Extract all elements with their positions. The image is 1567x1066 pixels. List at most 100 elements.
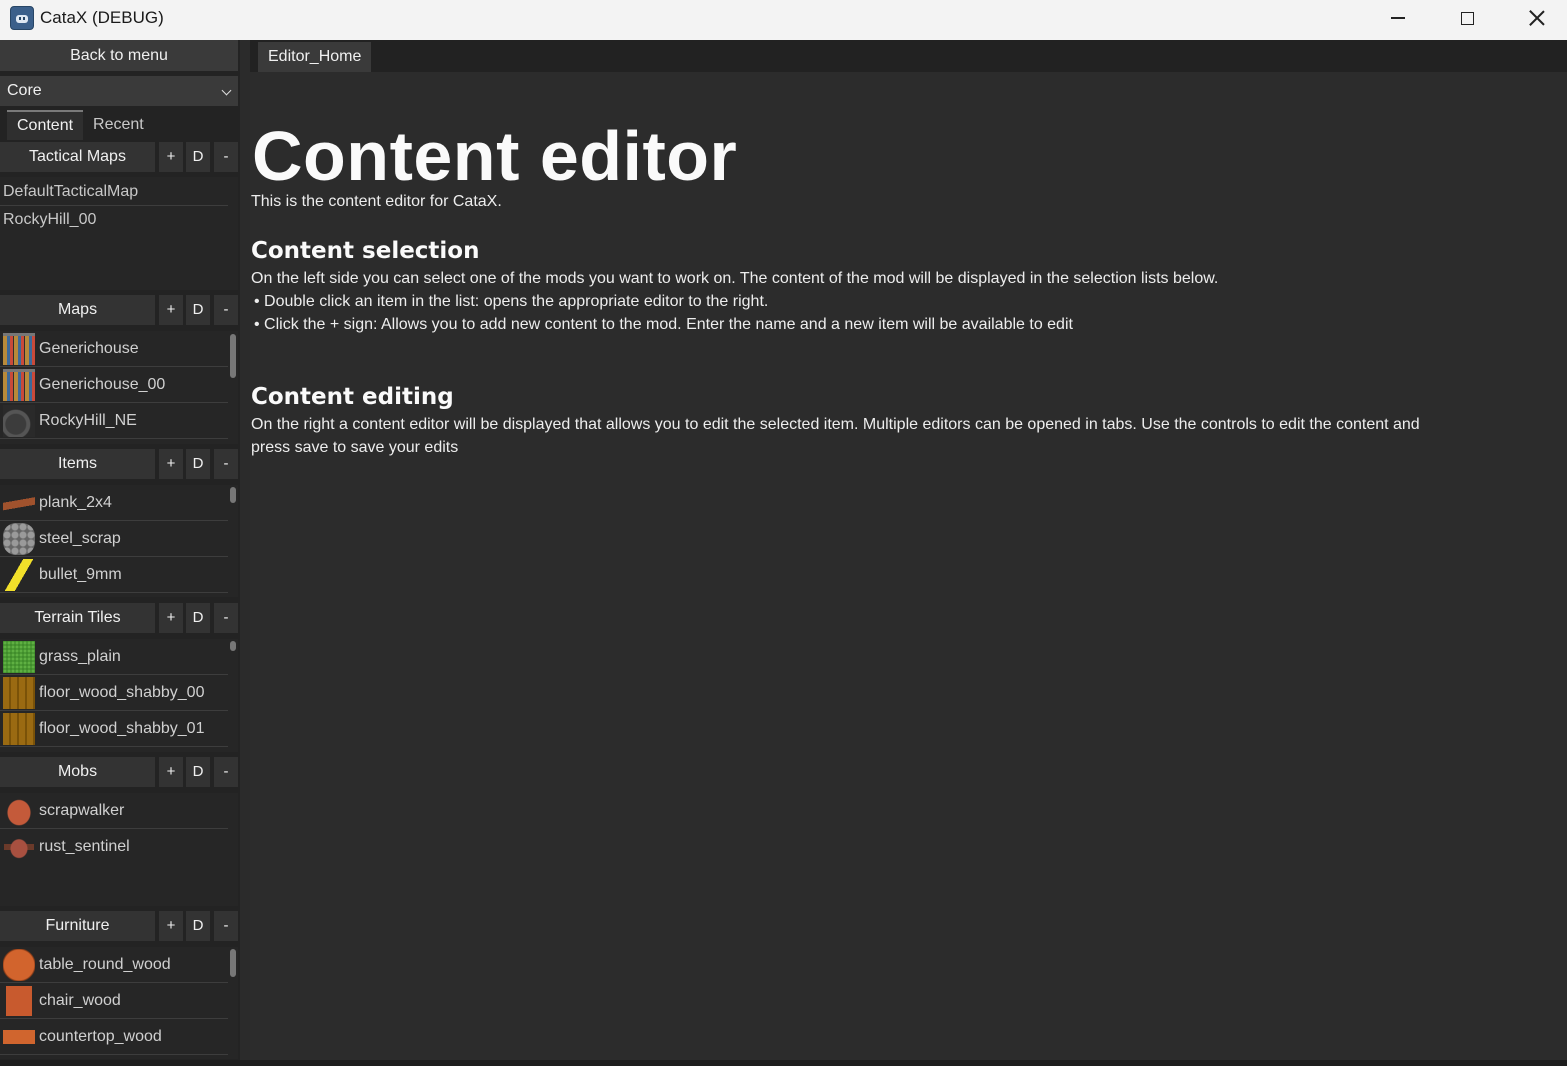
content-sidebar: Back to menu Core Content Recent Tactica…: [0, 40, 240, 1066]
page-title: Content editor: [252, 117, 738, 195]
close-icon: [1529, 10, 1545, 26]
remove-button[interactable]: -: [214, 142, 238, 172]
list-item-label: RockyHill_NE: [39, 411, 137, 429]
list-item-label: grass_plain: [39, 647, 121, 665]
content-editing-text: On the right a content editor will be di…: [251, 416, 1420, 433]
list-item-label: floor_wood_shabby_00: [39, 683, 205, 701]
bullet-add-content: • Click the + sign: Allows you to add ne…: [254, 316, 1073, 333]
duplicate-button[interactable]: D: [186, 142, 210, 172]
section-header-mobs: Mobs + D -: [0, 757, 240, 787]
minimize-button[interactable]: [1364, 0, 1432, 36]
mod-select[interactable]: Core: [0, 76, 238, 106]
list-item-label: floor_wood_shabby_01: [39, 719, 205, 737]
scrollbar-thumb[interactable]: [230, 487, 236, 503]
furniture-list[interactable]: table_round_wood chair_wood countertop_w…: [0, 947, 238, 1059]
app-icon: [10, 6, 34, 30]
plank-icon: [3, 486, 35, 519]
add-button[interactable]: +: [159, 757, 183, 787]
add-button[interactable]: +: [159, 295, 183, 325]
remove-button[interactable]: -: [214, 449, 238, 479]
scrollbar-thumb[interactable]: [230, 641, 236, 651]
tab-recent[interactable]: Recent: [83, 110, 154, 140]
list-item-label: Generichouse: [39, 339, 139, 357]
list-item[interactable]: chair_wood: [0, 983, 228, 1019]
add-button[interactable]: +: [159, 603, 183, 633]
list-item-label: countertop_wood: [39, 1027, 162, 1045]
content-selection-heading: Content selection: [251, 238, 480, 264]
countertop-icon: [3, 1020, 35, 1053]
mobs-list[interactable]: scrapwalker rust_sentinel: [0, 793, 238, 906]
list-item[interactable]: RockyHill_NE: [0, 403, 228, 439]
list-item[interactable]: floor_wood_shabby_00: [0, 675, 228, 711]
add-button[interactable]: +: [159, 142, 183, 172]
section-header-maps: Maps + D -: [0, 295, 240, 325]
list-item-label: chair_wood: [39, 991, 121, 1009]
duplicate-button[interactable]: D: [186, 911, 210, 941]
list-item[interactable]: steel_scrap: [0, 521, 228, 557]
table-icon: [3, 948, 35, 981]
minimize-icon: [1391, 17, 1405, 19]
list-item[interactable]: floor_wood_shabby_01: [0, 711, 228, 747]
section-title: Terrain Tiles: [0, 603, 155, 633]
chair-icon: [3, 984, 35, 1017]
map-thumbnail-icon: [3, 368, 35, 401]
scrollbar-thumb[interactable]: [230, 949, 236, 977]
close-button[interactable]: [1503, 0, 1567, 36]
add-button[interactable]: +: [159, 449, 183, 479]
terrain-tiles-list[interactable]: grass_plain floor_wood_shabby_00 floor_w…: [0, 639, 238, 752]
duplicate-button[interactable]: D: [186, 295, 210, 325]
list-item[interactable]: table_round_wood: [0, 947, 228, 983]
duplicate-button[interactable]: D: [186, 603, 210, 633]
list-item-label: steel_scrap: [39, 529, 121, 547]
items-list[interactable]: plank_2x4 steel_scrap bullet_9mm: [0, 485, 238, 597]
section-header-tactical-maps: Tactical Maps + D -: [0, 142, 240, 172]
section-title: Tactical Maps: [0, 142, 155, 172]
tactical-maps-list[interactable]: DefaultTacticalMap RockyHill_00: [0, 177, 238, 290]
tab-editor-home[interactable]: Editor_Home: [258, 42, 372, 72]
map-thumbnail-icon: [3, 404, 35, 437]
list-item[interactable]: Generichouse_00: [0, 367, 228, 403]
list-item[interactable]: plank_2x4: [0, 485, 228, 521]
add-button[interactable]: +: [159, 911, 183, 941]
section-title: Items: [0, 449, 155, 479]
list-item[interactable]: rust_sentinel: [0, 829, 228, 865]
tab-content[interactable]: Content: [7, 110, 84, 140]
list-item-label: rust_sentinel: [39, 838, 130, 855]
window-title: CataX (DEBUG): [40, 8, 164, 27]
duplicate-button[interactable]: D: [186, 449, 210, 479]
bullet-icon: [3, 558, 35, 591]
scrollbar-thumb[interactable]: [230, 334, 236, 378]
wood-floor-tile-icon: [3, 676, 35, 709]
remove-button[interactable]: -: [214, 911, 238, 941]
section-header-items: Items + D -: [0, 449, 240, 479]
map-thumbnail-icon: [3, 332, 35, 365]
list-item[interactable]: Generichouse: [0, 331, 228, 367]
list-item[interactable]: grass_plain: [0, 639, 228, 675]
maximize-button[interactable]: [1433, 0, 1501, 36]
maps-list[interactable]: Generichouse Generichouse_00 RockyHill_N…: [0, 331, 238, 444]
duplicate-button[interactable]: D: [186, 757, 210, 787]
wood-floor-tile-icon: [3, 712, 35, 745]
remove-button[interactable]: -: [214, 295, 238, 325]
editor-area: Editor_Home Content editor This is the c…: [250, 40, 1567, 1060]
content-selection-text: On the left side you can select one of t…: [251, 270, 1219, 287]
list-item-label: DefaultTacticalMap: [3, 183, 139, 200]
list-item-label: scrapwalker: [39, 801, 125, 819]
bullet-double-click: • Double click an item in the list: open…: [254, 293, 769, 310]
list-item-label: bullet_9mm: [39, 565, 122, 583]
list-item-label: RockyHill_00: [3, 210, 97, 228]
section-header-terrain-tiles: Terrain Tiles + D -: [0, 603, 240, 633]
list-item[interactable]: DefaultTacticalMap: [0, 179, 228, 206]
mod-select-value: Core: [7, 82, 42, 99]
title-bar: CataX (DEBUG): [0, 0, 1567, 40]
list-item[interactable]: scrapwalker: [0, 793, 228, 829]
remove-button[interactable]: -: [214, 603, 238, 633]
list-item-label: Generichouse_00: [39, 375, 166, 393]
mob-icon: [3, 831, 35, 863]
bottom-border: [0, 1060, 1567, 1066]
list-item[interactable]: bullet_9mm: [0, 557, 228, 593]
back-to-menu-button[interactable]: Back to menu: [0, 40, 238, 71]
remove-button[interactable]: -: [214, 757, 238, 787]
list-item[interactable]: RockyHill_00: [0, 206, 228, 233]
list-item[interactable]: countertop_wood: [0, 1019, 228, 1055]
